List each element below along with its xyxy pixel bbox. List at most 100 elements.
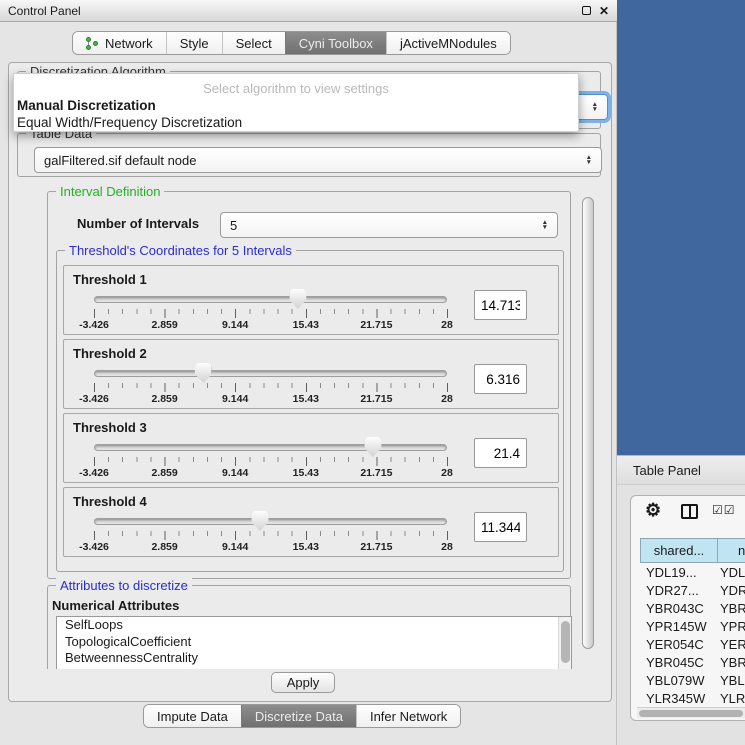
table-cell[interactable]: YPR1 <box>717 619 745 634</box>
tab-label: Style <box>180 36 209 51</box>
table-row[interactable]: YPR145W YPR1 <box>640 617 745 635</box>
split-columns-icon[interactable] <box>681 504 698 519</box>
table-cell[interactable]: YBR043C <box>640 601 717 616</box>
threshold-slider[interactable]: -3.4262.8599.14415.4321.71528 <box>94 440 447 482</box>
apply-button[interactable]: Apply <box>271 672 335 693</box>
threshold-value-field[interactable] <box>474 438 527 468</box>
threshold-value-field[interactable] <box>474 512 527 542</box>
table-header-shared[interactable]: shared... <box>640 538 717 563</box>
table-row[interactable]: YBR045C YBR0 <box>640 653 745 671</box>
table-cell[interactable]: YBR0 <box>717 601 745 616</box>
tab-jactivemnodules[interactable]: jActiveMNodules <box>386 32 510 54</box>
table-cell[interactable]: YLR345W <box>640 691 717 706</box>
table-data-combobox[interactable]: galFiltered.sif default node ▲▼ <box>34 147 602 173</box>
table-row[interactable]: YBR043C YBR0 <box>640 599 745 617</box>
tab-infer-network[interactable]: Infer Network <box>356 705 460 727</box>
table-cell[interactable]: YBL0 <box>717 673 745 688</box>
tick-label: -3.426 <box>79 467 109 479</box>
stepper-icon[interactable]: ▲▼ <box>586 155 592 165</box>
threshold-panel: Threshold 3 -3.4262.8599.14415.4321.7152… <box>63 413 559 483</box>
number-of-intervals-combobox[interactable]: 5 ▲▼ <box>220 212 558 238</box>
slider-thumb[interactable] <box>195 363 212 383</box>
float-window-icon[interactable] <box>582 6 591 15</box>
numerical-attributes-list[interactable]: SelfLoopsTopologicalCoefficientBetweenne… <box>56 616 572 669</box>
table-cell[interactable]: YDL1 <box>717 565 745 580</box>
threshold-panel: Threshold 1 -3.4262.8599.14415.4321.7152… <box>63 265 559 335</box>
table-row[interactable]: YLR345W YLR3 <box>640 689 745 707</box>
algorithm-option-manual[interactable]: Manual Discretization <box>17 98 156 113</box>
tick-label: 28 <box>441 393 453 405</box>
gear-icon[interactable]: ⚙ <box>645 500 661 521</box>
threshold-value-field[interactable] <box>474 290 527 320</box>
tab-network[interactable]: Network <box>73 32 166 54</box>
table-cell[interactable]: YPR145W <box>640 619 717 634</box>
slider-track[interactable] <box>94 370 447 377</box>
slider-track[interactable] <box>94 296 447 303</box>
tab-label: Select <box>236 36 272 51</box>
tab-impute-data[interactable]: Impute Data <box>144 705 241 727</box>
tick-label: 15.43 <box>293 319 319 331</box>
tab-label: jActiveMNodules <box>400 36 497 51</box>
table-data-group: Table Data galFiltered.sif default node … <box>17 133 601 177</box>
attributes-group: Attributes to discretize Numerical Attri… <box>47 585 571 669</box>
slider-thumb[interactable] <box>289 289 306 309</box>
algorithm-placeholder: Select algorithm to view settings <box>14 81 578 96</box>
table-data-value: galFiltered.sif default node <box>44 153 196 168</box>
horizontal-scrollbar[interactable] <box>637 707 745 718</box>
tab-cyni-toolbox[interactable]: Cyni Toolbox <box>285 32 386 54</box>
table-cell[interactable]: YBR0 <box>717 655 745 670</box>
tick-label: 2.859 <box>151 467 177 479</box>
table-row[interactable]: YDL19... YDL1 <box>640 563 745 581</box>
attribute-list-item[interactable]: BetweennessCentrality <box>57 650 571 667</box>
column-checkboxes-icon[interactable]: ☑☑ <box>712 503 736 517</box>
tab-label: Network <box>105 36 153 51</box>
list-vertical-scrollbar[interactable] <box>558 617 571 669</box>
stepper-icon[interactable]: ▲▼ <box>592 102 598 112</box>
table-cell[interactable]: YBR045C <box>640 655 717 670</box>
tick-label: -3.426 <box>79 319 109 331</box>
numerical-attributes-label: Numerical Attributes <box>52 598 179 613</box>
threshold-slider[interactable]: -3.4262.8599.14415.4321.71528 <box>94 366 447 408</box>
horizontal-scrollbar-thumb[interactable] <box>639 710 743 717</box>
network-desktop: GAL80GACGAL11GAL4GCY1HHAP2 <box>617 0 745 455</box>
table-cell[interactable]: YDR27... <box>640 583 717 598</box>
table-panel-titlebar: Table Panel <box>617 455 745 485</box>
tab-style[interactable]: Style <box>166 32 222 54</box>
table-cell[interactable]: YER054C <box>640 637 717 652</box>
tick-label: -3.426 <box>79 541 109 553</box>
slider-major-ticks <box>94 309 448 318</box>
slider-thumb[interactable] <box>251 511 268 531</box>
table-cell[interactable]: YBL079W <box>640 673 717 688</box>
screen: Control Panel ✕ NetworkStyleSelectCyni T… <box>0 0 745 745</box>
tab-select[interactable]: Select <box>222 32 285 54</box>
slider-track[interactable] <box>94 518 447 525</box>
tick-label: 15.43 <box>293 393 319 405</box>
table-cell[interactable]: YDR2 <box>717 583 745 598</box>
table-cell[interactable]: YLR3 <box>717 691 745 706</box>
algorithm-option-equal-width[interactable]: Equal Width/Frequency Discretization <box>17 115 242 130</box>
thresholds-group: Threshold's Coordinates for 5 Intervals … <box>56 250 564 572</box>
attribute-list-item[interactable]: TopologicalCoefficient <box>57 634 571 651</box>
table-cell[interactable]: YDL19... <box>640 565 717 580</box>
cyni-toolbox-content: Discretization Algorithm ▲▼ Select algor… <box>8 62 612 702</box>
threshold-value-field[interactable] <box>474 364 527 394</box>
slider-thumb[interactable] <box>364 437 381 457</box>
tick-label: 28 <box>441 467 453 479</box>
tab-discretize-data[interactable]: Discretize Data <box>241 705 356 727</box>
tab-label: Discretize Data <box>255 709 343 724</box>
table-cell[interactable]: YER0 <box>717 637 745 652</box>
vertical-scrollbar-thumb[interactable] <box>582 197 594 649</box>
table-row[interactable]: YER054C YER0 <box>640 635 745 653</box>
tick-label: 21.715 <box>360 541 392 553</box>
close-icon[interactable]: ✕ <box>599 6 609 16</box>
slider-track[interactable] <box>94 444 447 451</box>
table-row[interactable]: YDR27... YDR2 <box>640 581 745 599</box>
threshold-slider[interactable]: -3.4262.8599.14415.4321.71528 <box>94 292 447 334</box>
table-header-name[interactable]: n <box>717 538 745 563</box>
slider-tick-labels: -3.4262.8599.14415.4321.71528 <box>94 541 447 554</box>
table-row[interactable]: YBL079W YBL0 <box>640 671 745 689</box>
threshold-slider[interactable]: -3.4262.8599.14415.4321.71528 <box>94 514 447 556</box>
attribute-list-item[interactable]: SelfLoops <box>57 617 571 634</box>
stepper-icon[interactable]: ▲▼ <box>542 220 548 230</box>
tick-label: 9.144 <box>222 467 248 479</box>
